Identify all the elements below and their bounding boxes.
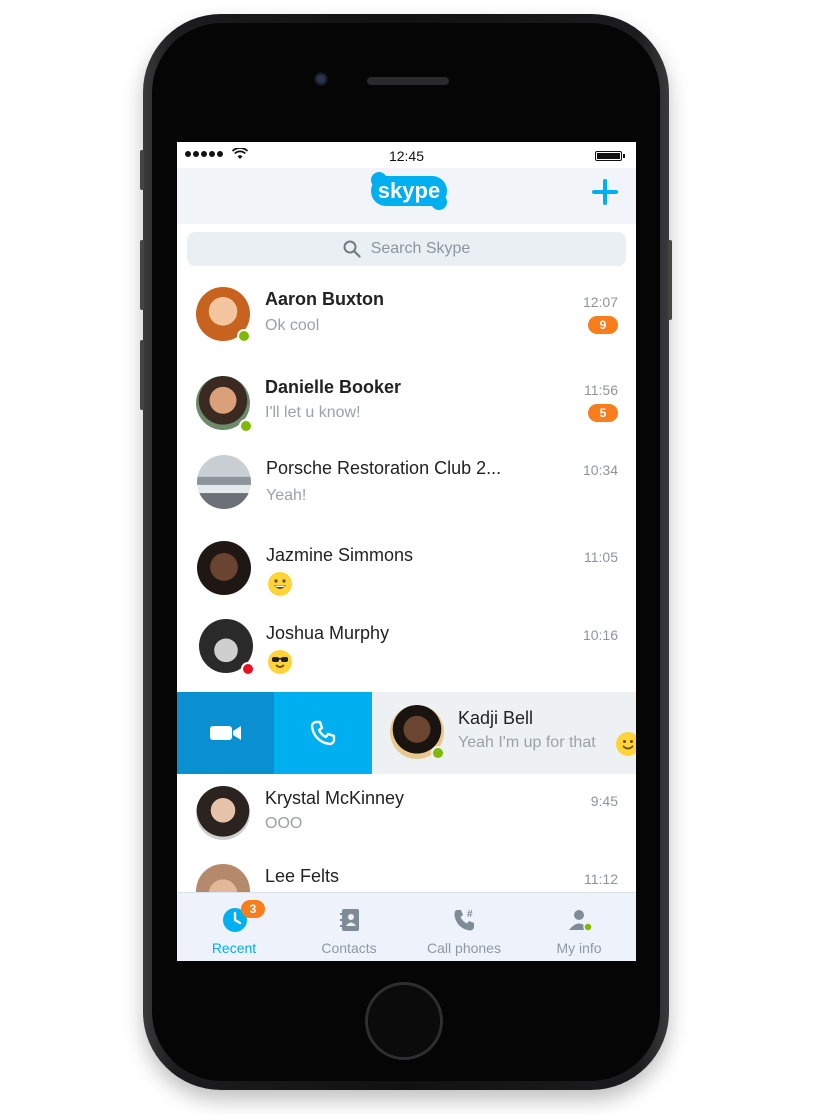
message-time: 10:34: [582, 462, 618, 478]
message-time: 10:16: [582, 627, 618, 643]
volume-down-button: [140, 340, 144, 410]
smile-emoji-icon: [616, 732, 636, 756]
last-message: Ok cool: [265, 317, 320, 334]
online-status-dot: [237, 329, 251, 343]
chat-row-danielle-booker[interactable]: Danielle Booker I'll let u know! 11:56 5: [177, 366, 636, 454]
tab-label: My info: [556, 940, 602, 956]
chat-row-aaron-buxton[interactable]: Aaron Buxton Ok cool 12:07 9: [177, 278, 636, 366]
unread-badge: 5: [588, 404, 618, 422]
contact-name: Joshua Murphy: [266, 623, 390, 643]
sunglasses-emoji-icon: [268, 650, 292, 674]
last-message: Yeah I'm up for that: [458, 734, 596, 751]
message-time: 9:45: [590, 793, 618, 809]
power-button: [668, 240, 672, 320]
battery-icon: [595, 151, 625, 161]
status-bar: 12:45: [177, 142, 636, 168]
contact-name: Danielle Booker: [265, 377, 402, 397]
logo-text: skype: [378, 178, 440, 203]
tab-my-info[interactable]: My info: [522, 893, 636, 961]
chat-row-kadji-bell-swiped[interactable]: Kadji Bell Yeah I'm up for that: [177, 692, 636, 774]
contact-name: Aaron Buxton: [265, 289, 384, 309]
bottom-tab-bar: 3 Recent Contacts # Call phones My info: [177, 892, 636, 961]
skype-logo: skype: [371, 172, 447, 210]
svg-text:#: #: [467, 909, 473, 920]
contact-name: Lee Felts: [265, 866, 340, 886]
phone-icon: [310, 720, 336, 746]
chat-row-krystal-mckinney[interactable]: Krystal McKinney OOO 9:45: [177, 776, 636, 864]
home-button[interactable]: [365, 982, 443, 1060]
swiped-chat-content[interactable]: Kadji Bell Yeah I'm up for that: [373, 692, 636, 774]
volume-up-button: [140, 240, 144, 310]
audio-call-action[interactable]: [274, 692, 372, 774]
plus-icon[interactable]: [592, 179, 618, 205]
mute-switch: [140, 150, 144, 190]
status-time: 12:45: [388, 148, 425, 164]
tab-recent[interactable]: 3 Recent: [177, 893, 291, 961]
chat-row-jazmine-simmons[interactable]: Jazmine Simmons 11:05: [177, 530, 636, 618]
message-time: 12:07: [582, 294, 618, 310]
app-screen: 12:45 skype Search Skype Aaron Buxton Ok…: [177, 142, 636, 961]
chat-row-joshua-murphy[interactable]: Joshua Murphy 10:16: [177, 608, 636, 696]
online-status-dot: [431, 746, 445, 760]
grinning-emoji-icon: [268, 572, 292, 596]
video-call-action[interactable]: [177, 692, 274, 774]
group-avatar: [197, 455, 251, 509]
tab-label: Contacts: [321, 940, 377, 956]
search-bar[interactable]: Search Skype: [187, 232, 626, 266]
last-message: I'll let u know!: [265, 404, 361, 421]
chat-row-porsche-restoration-club[interactable]: Porsche Restoration Club 2... Yeah! 10:3…: [177, 446, 636, 534]
search-icon: [343, 240, 361, 258]
avatar: [196, 786, 250, 840]
video-call-icon: [209, 726, 241, 740]
tab-label: Call phones: [427, 940, 501, 956]
last-message: OOO: [265, 815, 303, 832]
contact-name: Porsche Restoration Club 2...: [266, 458, 502, 478]
front-camera: [314, 72, 328, 86]
busy-status-dot: [241, 662, 255, 676]
unread-badge: 9: [588, 316, 618, 334]
contact-name: Kadji Bell: [458, 708, 534, 728]
tab-label: Recent: [211, 940, 257, 956]
contacts-book-icon: [340, 909, 359, 931]
earpiece-speaker: [367, 77, 449, 85]
tab-call-phones[interactable]: # Call phones: [407, 893, 521, 961]
contact-name: Jazmine Simmons: [266, 545, 414, 565]
contact-name: Krystal McKinney: [265, 788, 405, 808]
message-time: 11:12: [584, 871, 618, 887]
online-status-dot: [239, 419, 253, 433]
tab-contacts[interactable]: Contacts: [292, 893, 406, 961]
app-header: skype: [177, 168, 636, 224]
recent-count-badge: 3: [241, 900, 265, 918]
avatar: [197, 541, 251, 595]
message-time: 11:05: [584, 549, 618, 565]
person-icon: [569, 910, 593, 932]
message-time: 11:56: [584, 382, 618, 398]
search-placeholder: Search Skype: [370, 240, 471, 257]
phone-dialpad-icon: #: [454, 909, 474, 931]
last-message: Yeah!: [266, 487, 307, 504]
